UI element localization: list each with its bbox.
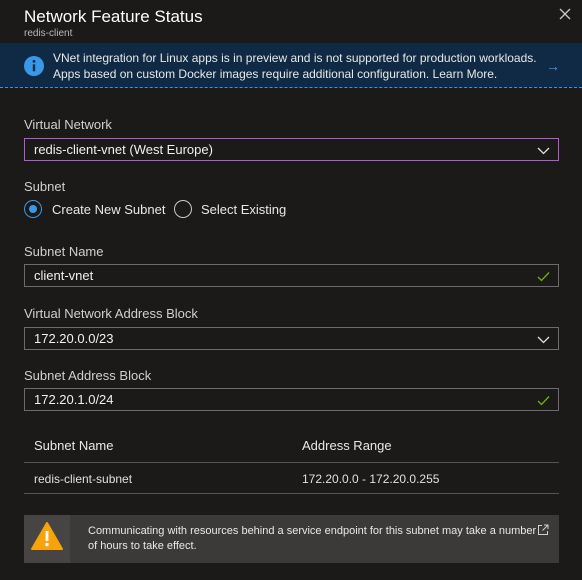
vnet-address-label: Virtual Network Address Block	[24, 306, 198, 321]
select-existing-label[interactable]: Select Existing	[201, 202, 286, 217]
vnet-label: Virtual Network	[24, 117, 112, 132]
vnet-address-dropdown[interactable]: 172.20.0.0/23	[24, 327, 559, 350]
page-subtitle: redis-client	[24, 28, 73, 39]
warning-banner[interactable]: Communicating with resources behind a se…	[24, 515, 559, 563]
chevron-down-icon	[537, 336, 550, 344]
dialog-header: Network Feature Status redis-client	[0, 0, 582, 40]
subnet-name-value: client-vnet	[34, 268, 94, 283]
subnet-address-label: Subnet Address Block	[24, 368, 152, 383]
warning-icon-box	[24, 515, 70, 563]
vnet-address-value: 172.20.0.0/23	[34, 331, 114, 346]
checkmark-icon	[537, 272, 550, 282]
column-header-address-range: Address Range	[302, 438, 392, 453]
table-cell-address-range: 172.20.0.0 - 172.20.0.255	[302, 472, 440, 486]
arrow-right-icon[interactable]: →	[546, 58, 560, 74]
warning-icon	[31, 522, 63, 550]
info-banner-text: VNet integration for Linux apps is in pr…	[53, 51, 537, 81]
select-existing-radio[interactable]	[174, 200, 192, 218]
vnet-dropdown-value: redis-client-vnet (West Europe)	[34, 142, 213, 157]
create-new-subnet-label[interactable]: Create New Subnet	[52, 202, 165, 217]
subnet-name-input[interactable]: client-vnet	[24, 264, 559, 287]
close-icon[interactable]	[557, 6, 573, 22]
info-banner[interactable]: VNet integration for Linux apps is in pr…	[0, 43, 582, 88]
subnet-address-input[interactable]: 172.20.1.0/24	[24, 388, 559, 411]
vnet-dropdown[interactable]: redis-client-vnet (West Europe)	[24, 138, 559, 161]
subnet-table-header: Subnet Name Address Range	[24, 432, 559, 463]
table-row: redis-client-subnet 172.20.0.0 - 172.20.…	[24, 463, 559, 494]
info-icon	[24, 56, 44, 76]
table-cell-subnet-name: redis-client-subnet	[34, 472, 133, 486]
chevron-down-icon	[537, 147, 550, 155]
create-new-subnet-radio[interactable]	[24, 200, 42, 218]
subnet-name-label: Subnet Name	[24, 244, 104, 259]
checkmark-icon	[537, 396, 550, 406]
external-link-icon[interactable]	[537, 524, 549, 536]
warning-text: Communicating with resources behind a se…	[88, 525, 537, 552]
subnet-address-value: 172.20.1.0/24	[34, 392, 114, 407]
column-header-subnet-name: Subnet Name	[34, 438, 114, 453]
subnet-label: Subnet	[24, 179, 66, 194]
page-title: Network Feature Status	[24, 7, 203, 26]
